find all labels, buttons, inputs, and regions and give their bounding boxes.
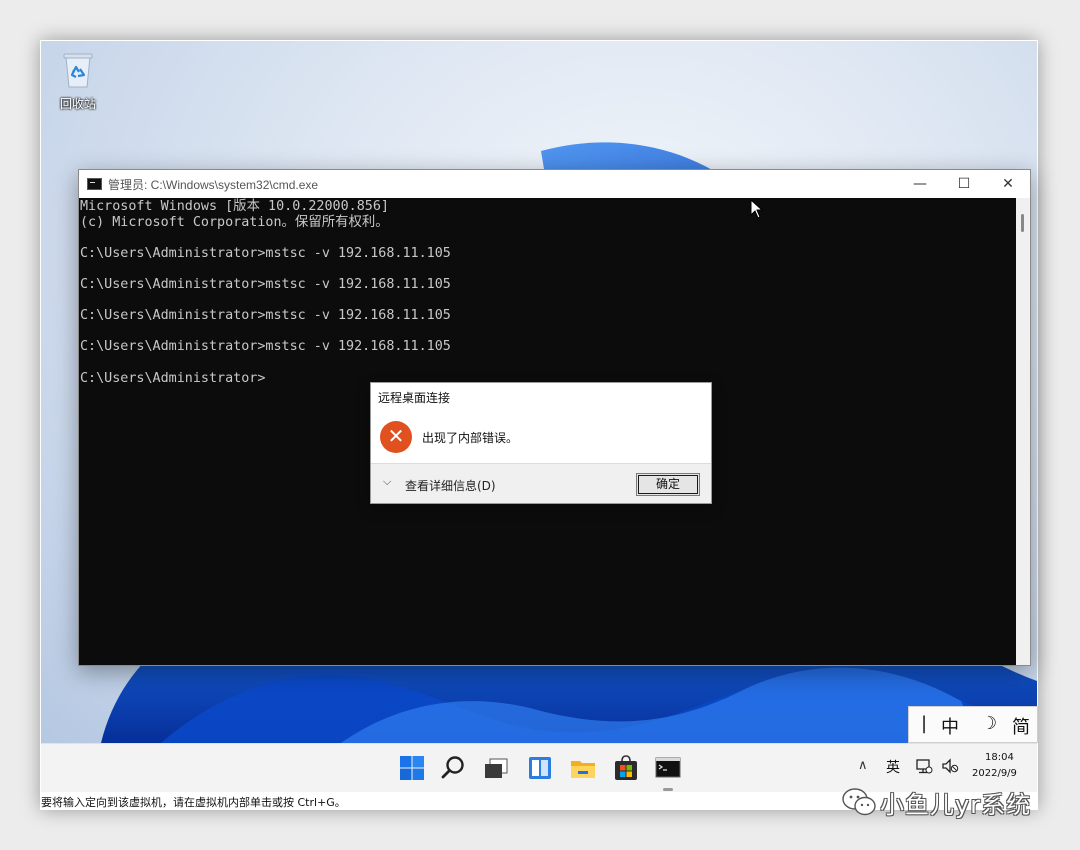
console-line: C:\Users\Administrator>mstsc -v 192.168.… <box>80 245 451 261</box>
recycle-bin-icon <box>63 53 93 88</box>
ime-simplified-toggle[interactable]: 简 <box>1012 713 1030 739</box>
network-icon[interactable] <box>915 758 933 774</box>
cmd-window-title: 管理员: C:\Windows\system32\cmd.exe <box>108 178 319 192</box>
task-view-icon[interactable] <box>481 753 511 783</box>
error-icon: ✕ <box>380 421 412 453</box>
widgets-icon[interactable] <box>525 753 555 783</box>
rdp-error-dialog[interactable]: 远程桌面连接 ✕ 出现了内部错误。 ⌵ 查看详细信息(D) 确定 <box>370 382 712 504</box>
start-icon[interactable] <box>397 753 427 783</box>
cmd-titlebar[interactable]: 管理员: C:\Windows\system32\cmd.exe — ☐ ✕ <box>79 170 1030 198</box>
minimize-button[interactable]: — <box>897 170 943 198</box>
console-app-icon <box>87 178 102 190</box>
tray-overflow-chevron-icon[interactable]: ∧ <box>858 758 868 773</box>
dialog-title: 远程桌面连接 <box>378 391 451 405</box>
ime-grip-handle[interactable]: | <box>921 713 927 734</box>
clock-date[interactable]: 2022/9/9 <box>972 768 1017 779</box>
input-language-indicator[interactable]: 英 <box>886 757 900 777</box>
volume-muted-icon[interactable] <box>941 758 959 774</box>
watermark: 小鱼儿yr系统 <box>838 782 1048 822</box>
recycle-bin[interactable]: 回收站 <box>55 51 101 112</box>
console-line: C:\Users\Administrator>mstsc -v 192.168.… <box>80 308 451 324</box>
ok-button[interactable]: 确定 <box>636 473 700 496</box>
watermark-text: 小鱼儿yr系统 <box>880 791 1032 819</box>
console-line: C:\Users\Administrator>mstsc -v 192.168.… <box>80 276 451 292</box>
dialog-footer: ⌵ 查看详细信息(D) 确定 <box>371 463 711 503</box>
console-line: Microsoft Windows [版本 10.0.22000.856] <box>80 199 389 214</box>
console-line: (c) Microsoft Corporation。保留所有权利。 <box>80 214 389 230</box>
close-button[interactable]: ✕ <box>985 170 1031 198</box>
search-icon[interactable] <box>439 753 469 783</box>
console-line: C:\Users\Administrator>mstsc -v 192.168.… <box>80 339 451 355</box>
recycle-bin-label: 回收站 <box>59 97 96 111</box>
mouse-cursor-icon <box>750 199 764 219</box>
clock-time[interactable]: 18:04 <box>985 752 1014 763</box>
chevron-down-icon[interactable]: ⌵ <box>383 475 391 489</box>
file-explorer-icon[interactable] <box>568 753 598 783</box>
ime-toolbar[interactable]: | 中 ☽ 简 <box>908 706 1038 743</box>
scrollbar-thumb[interactable] <box>1021 214 1024 232</box>
maximize-button[interactable]: ☐ <box>941 170 987 198</box>
terminal-icon[interactable] <box>653 753 683 783</box>
ime-halfwidth-moon-icon[interactable]: ☽ <box>981 713 997 734</box>
ime-mode-toggle[interactable]: 中 <box>941 713 959 739</box>
console-scrollbar[interactable] <box>1016 198 1030 665</box>
dialog-message: 出现了内部错误。 <box>422 431 519 445</box>
show-details-button[interactable]: 查看详细信息(D) <box>405 477 496 494</box>
wechat-logo-icon <box>842 788 876 816</box>
store-icon[interactable] <box>611 753 641 783</box>
vm-status-text: 要将输入定向到该虚拟机，请在虚拟机内部单击或按 Ctrl+G。 <box>41 796 346 809</box>
active-app-indicator <box>663 788 673 791</box>
